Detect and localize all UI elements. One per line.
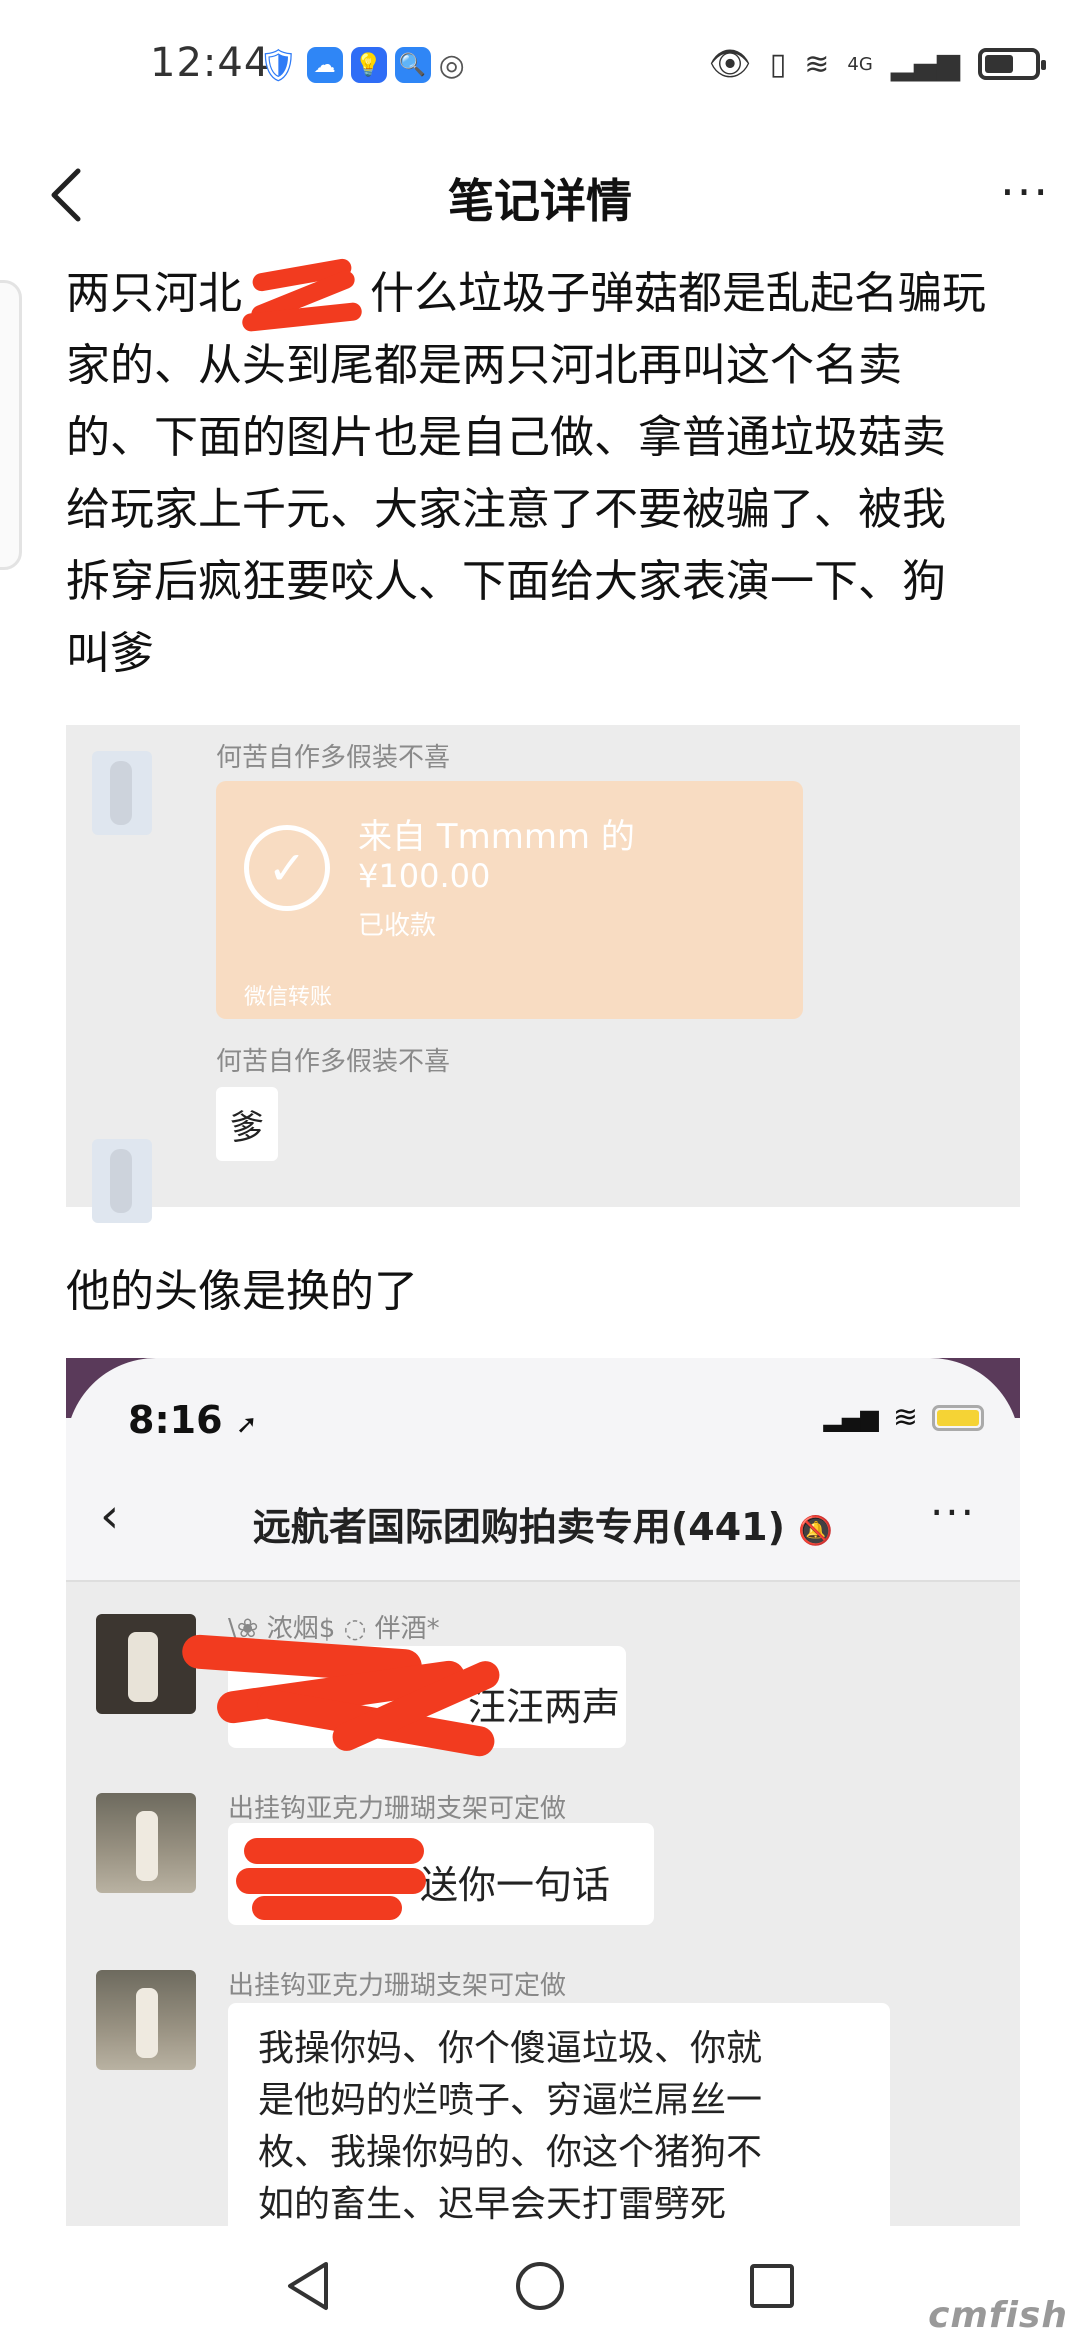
sender-name: 出挂钩亚克力珊瑚支架可定做 [228, 1794, 567, 1824]
signal-icon: ▂▄▆ [823, 1403, 879, 1432]
group-title: 远航者国际团购拍卖专用(441) 🔕 [252, 1505, 834, 1549]
nav-header: 笔记详情 ··· [0, 135, 1080, 255]
transfer-from: 来自 Tmmmm 的 [358, 817, 635, 857]
check-icon: ✓ [244, 825, 330, 911]
message-line: 是他妈的烂喷子、穷逼烂屌丝一 [258, 2080, 763, 2121]
divider [66, 1580, 1020, 1582]
cast-icon: ◎ [438, 47, 465, 83]
status-time: 12:44 [150, 40, 271, 86]
signal-icon: ▂▄▆ [890, 46, 960, 82]
image-status-icons: ▂▄▆ ≋ [823, 1400, 984, 1435]
location-arrow-icon: ➚ [235, 1410, 258, 1440]
avatar [92, 751, 152, 835]
message-line: 我操你妈、你个傻逼垃圾、你就 [258, 2028, 763, 2069]
side-drawer-handle[interactable] [0, 280, 22, 570]
post-line: 给玩家上千元、大家注意了不要被骗了、被我 [66, 484, 946, 535]
page-title: 笔记详情 [448, 174, 632, 228]
status-notification-icons: 🛡 ☁ 💡 🔍 ◎ [258, 46, 465, 84]
post-image-2[interactable]: 8:16 ➚ ▂▄▆ ≋ ‹ 远航者国际团购拍卖专用(441) 🔕 ··· \❀… [66, 1358, 1020, 2226]
transfer-footer: 微信转账 [244, 985, 333, 1010]
message-bubble: 我操你妈、你个傻逼垃圾、你就 是他妈的烂喷子、穷逼烂屌丝一 枚、我操你妈的、你这… [228, 2003, 890, 2226]
sender-name: 何苦自作多假装不喜 [216, 1047, 451, 1077]
transfer-card: ✓ 来自 Tmmmm 的 ¥100.00 已收款 微信转账 [216, 781, 803, 1019]
network-label: 4G [847, 53, 873, 75]
redaction-mark [252, 1896, 402, 1920]
message-text: 送你一句话 [420, 1863, 611, 1907]
nav-home-circle-icon[interactable] [510, 2256, 570, 2316]
status-system-icons: 👁 ▯ ≋ 4G ▂▄▆ [708, 44, 1046, 84]
watermark: cmfish [928, 2295, 1068, 2336]
post-image-1[interactable]: 何苦自作多假装不喜 ✓ 来自 Tmmmm 的 ¥100.00 已收款 微信转账 … [66, 725, 1020, 1223]
weather-icon: ☁ [306, 47, 343, 83]
post-caption: 他的头像是换的了 [66, 1266, 418, 1317]
post-line: 两只河北 什么垃圾子弹菇都是乱起名骗玩 [66, 257, 1016, 333]
post-line: 拆穿后疯狂要咬人、下面给大家表演一下、狗 [66, 556, 946, 607]
nav-back-triangle-icon[interactable] [278, 2256, 338, 2316]
more-icon: ··· [929, 1488, 976, 1537]
post-body: 两只河北 什么垃圾子弹菇都是乱起名骗玩 家的、从头到尾都是两只河北再叫这个名卖 的… [66, 257, 1016, 690]
vibrate-icon: ▯ [769, 46, 787, 82]
post-line: 叫爹 [66, 628, 154, 679]
status-bar: 12:44 🛡 ☁ 💡 🔍 ◎ 👁 ▯ ≋ 4G ▂▄▆ [0, 0, 1080, 135]
shield-icon: 🛡 [258, 46, 299, 84]
post-line: 的、下面的图片也是自己做、拿普通垃圾菇卖 [66, 412, 946, 463]
battery-icon [932, 1404, 984, 1431]
lightbulb-icon: 💡 [350, 47, 387, 83]
post-line: 家的、从头到尾都是两只河北再叫这个名卖 [66, 340, 902, 391]
redaction-mark [236, 1868, 426, 1894]
redaction-mark [244, 1838, 424, 1864]
search-app-icon: 🔍 [394, 47, 431, 83]
sender-name: 出挂钩亚克力珊瑚支架可定做 [228, 1971, 567, 2001]
redaction-mark [241, 257, 370, 333]
message-line: 枚、我操你妈的、你这个猪狗不 [258, 2132, 763, 2173]
system-nav-bar: cmfish [0, 2226, 1080, 2340]
avatar [96, 1970, 196, 2070]
more-button[interactable]: ··· [1000, 165, 1050, 219]
wifi-icon: ≋ [804, 46, 830, 82]
eye-icon: 👁 [708, 44, 752, 84]
avatar [96, 1793, 196, 1893]
message-bubble: 爹 [216, 1087, 278, 1161]
mute-bell-icon: 🔕 [798, 1514, 834, 1547]
sender-name: 何苦自作多假装不喜 [216, 743, 451, 773]
message-line: 如的畜生、迟早会天打雷劈死 [258, 2184, 727, 2225]
image-status-time: 8:16 ➚ [128, 1398, 258, 1442]
nav-recents-square-icon[interactable] [742, 2256, 802, 2316]
transfer-status: 已收款 [358, 911, 437, 941]
avatar [96, 1614, 196, 1714]
battery-icon [978, 48, 1046, 80]
avatar [92, 1139, 152, 1223]
wifi-icon: ≋ [892, 1400, 918, 1435]
transfer-amount: ¥100.00 [358, 857, 491, 895]
